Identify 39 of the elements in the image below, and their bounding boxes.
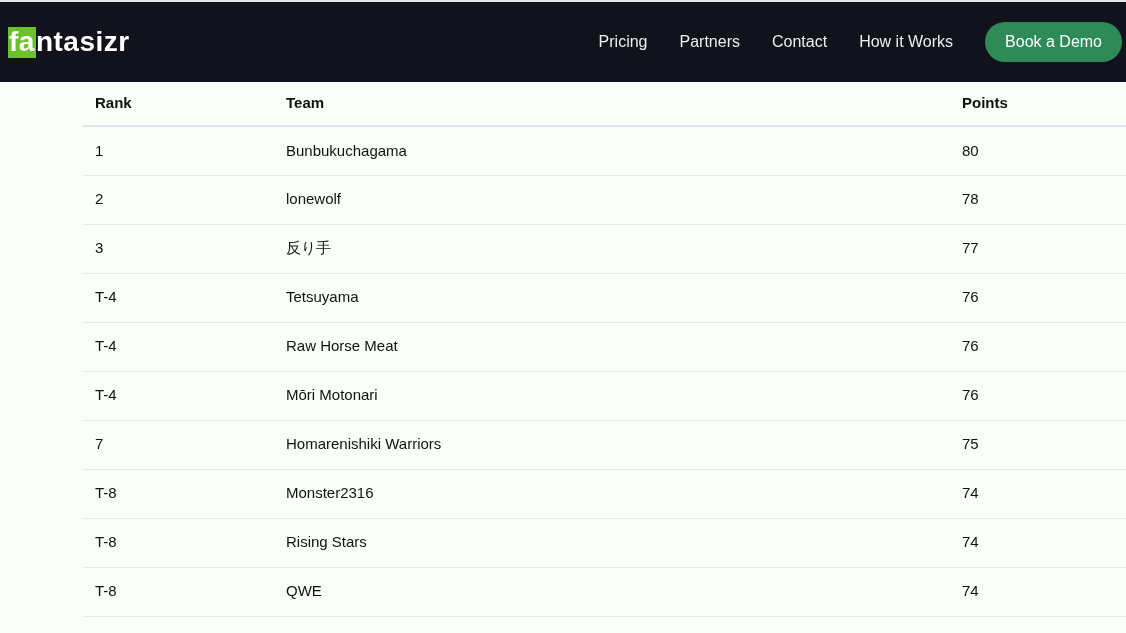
table-cell: 74 <box>950 518 1126 567</box>
table-cell: 反り手 <box>274 224 950 273</box>
table-cell: QWE <box>274 567 950 616</box>
table-cell: Homarenishiki Warriors <box>274 420 950 469</box>
table-cell: lonewolf <box>274 175 950 224</box>
logo[interactable]: fantasizr <box>8 26 130 58</box>
table-cell: Rising Stars <box>274 518 950 567</box>
table-cell: 7 <box>83 420 274 469</box>
nav-link[interactable]: Contact <box>772 30 828 54</box>
table-cell: Monster2316 <box>274 469 950 518</box>
nav-link[interactable]: Pricing <box>598 30 648 54</box>
table-cell: T-8 <box>83 469 274 518</box>
table-cell: 76 <box>950 273 1126 322</box>
table-cell: Raw Horse Meat <box>274 322 950 371</box>
table-cell: 75 <box>950 420 1126 469</box>
table-cell: Tetsuyama <box>274 273 950 322</box>
table-cell: 76 <box>950 322 1126 371</box>
column-header: Team <box>274 82 950 126</box>
table-cell: 3 <box>83 224 274 273</box>
nav-link[interactable]: Partners <box>679 30 740 54</box>
nav-link[interactable]: How it Works <box>859 30 954 54</box>
table-cell: Bunbukuchagama <box>274 126 950 175</box>
column-header: Rank <box>83 82 274 126</box>
table-cell: T-4 <box>83 273 274 322</box>
table-cell: T-4 <box>83 322 274 371</box>
table-cell: T-8 <box>83 518 274 567</box>
table-cell: Mōri Motonari <box>274 371 950 420</box>
table-cell: 80 <box>950 126 1126 175</box>
table-cell: 2 <box>83 175 274 224</box>
table-cell: 74 <box>950 469 1126 518</box>
table-cell: 74 <box>950 567 1126 616</box>
table-cell: T-8 <box>83 567 274 616</box>
table-cell: T-4 <box>83 371 274 420</box>
table-cell: 76 <box>950 371 1126 420</box>
table-cell: 1 <box>83 126 274 175</box>
book-demo-button[interactable]: Book a Demo <box>985 22 1122 62</box>
table-cell: 77 <box>950 224 1126 273</box>
table-cell: 78 <box>950 175 1126 224</box>
column-header: Points <box>950 82 1126 126</box>
